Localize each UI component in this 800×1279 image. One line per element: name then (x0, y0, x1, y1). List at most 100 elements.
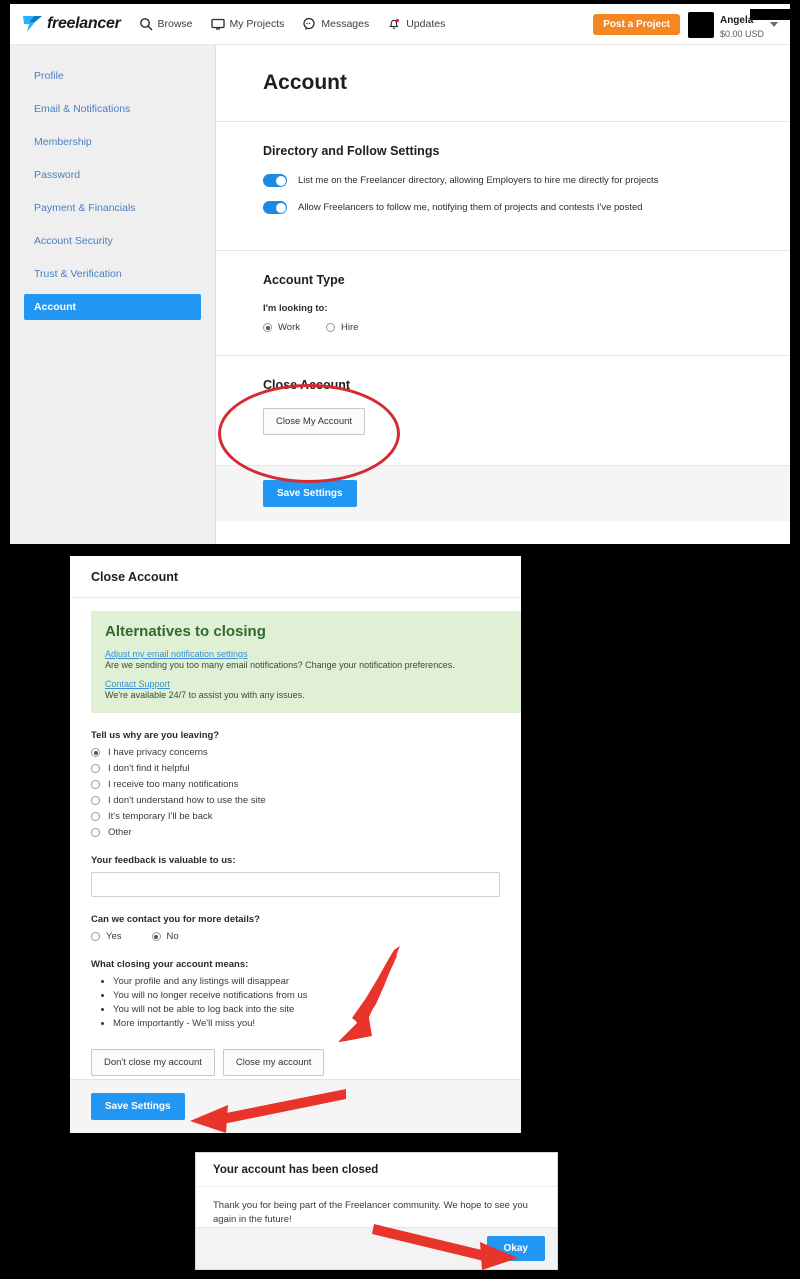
contact-option-yes[interactable]: Yes (91, 931, 122, 942)
reason-label-temporary: It's temporary I'll be back (108, 811, 213, 822)
save-settings-button[interactable]: Save Settings (263, 480, 357, 507)
toggle-knob (275, 202, 286, 213)
avatar (687, 11, 714, 38)
adjust-email-settings-link[interactable]: Adjust my email notification settings (105, 649, 507, 659)
alternatives-box: Alternatives to closing Adjust my email … (91, 611, 521, 713)
follow-me-toggle[interactable] (263, 201, 287, 214)
feedback-input[interactable] (91, 872, 500, 897)
reason-option-privacy[interactable]: I have privacy concerns (91, 747, 500, 758)
radio-contact-no[interactable] (151, 932, 161, 941)
confirm-close-my-account-button[interactable]: Close my account (222, 1049, 325, 1076)
freelancer-logo[interactable]: freelancer (22, 14, 121, 34)
monitor-icon (210, 17, 225, 31)
sidebar-item-profile[interactable]: Profile (10, 63, 215, 89)
confirmation-title: Your account has been closed (213, 1164, 379, 1176)
account-type-option-work[interactable]: Work (263, 322, 300, 333)
settings-sidebar: Profile Email & Notifications Membership… (10, 45, 215, 544)
contact-option-no[interactable]: No (151, 931, 179, 942)
nav-label-updates: Updates (406, 18, 446, 30)
account-type-radio-group: Work Hire (263, 322, 790, 333)
reason-option-too-many-notifications[interactable]: I receive too many notifications (91, 779, 500, 790)
closing-means-list: Your profile and any listings will disap… (91, 976, 500, 1029)
reason-option-not-helpful[interactable]: I don't find it helpful (91, 763, 500, 774)
user-balance: $0.00 USD (719, 28, 764, 39)
nav-label-my-projects: My Projects (229, 18, 285, 30)
list-item: You will no longer receive notifications… (113, 990, 500, 1001)
sidebar-item-trust-verification[interactable]: Trust & Verification (10, 261, 215, 287)
reason-option-other[interactable]: Other (91, 827, 500, 838)
nav-item-browse[interactable]: Browse (139, 17, 193, 31)
radio-temporary[interactable] (91, 812, 100, 821)
list-item: You will not be able to log back into th… (113, 1004, 500, 1015)
account-type-heading: Account Type (263, 273, 345, 287)
radio-hire[interactable] (326, 323, 335, 332)
okay-button[interactable]: Okay (486, 1236, 545, 1261)
top-navigation-bar: freelancer Browse My Projects Messages U… (10, 4, 790, 45)
close-account-modal: Close Account Alternatives to closing Ad… (70, 556, 521, 1133)
page-title: Account (263, 71, 347, 94)
directory-listing-toggle[interactable] (263, 174, 287, 187)
radio-not-helpful[interactable] (91, 764, 100, 773)
close-modal-title: Close Account (91, 570, 179, 584)
redaction-overlay (749, 8, 790, 20)
sidebar-item-password[interactable]: Password (10, 162, 215, 188)
sidebar-item-email-notifications[interactable]: Email & Notifications (10, 96, 215, 122)
reason-option-temporary[interactable]: It's temporary I'll be back (91, 811, 500, 822)
close-account-heading: Close Account (263, 378, 351, 392)
bell-icon (387, 17, 401, 31)
reason-label-privacy: I have privacy concerns (108, 747, 208, 758)
radio-label-work: Work (278, 322, 300, 333)
nav-label-messages: Messages (321, 18, 370, 30)
sidebar-item-account-security[interactable]: Account Security (10, 228, 215, 254)
user-name: Angela (719, 14, 754, 26)
radio-other[interactable] (91, 828, 100, 837)
list-item: More importantly - We'll miss you! (113, 1018, 500, 1029)
radio-privacy-concerns[interactable] (91, 748, 100, 757)
confirmation-header: Your account has been closed (196, 1153, 557, 1187)
radio-work[interactable] (263, 323, 272, 332)
account-type-section: Account Type I'm looking to: Work Hire (216, 251, 790, 356)
contact-support-desc: We're available 24/7 to assist you with … (105, 690, 305, 700)
reason-option-dont-understand[interactable]: I don't understand how to use the site (91, 795, 500, 806)
contact-support-link[interactable]: Contact Support (105, 679, 507, 689)
reason-radio-group: I have privacy concerns I don't find it … (91, 747, 500, 838)
directory-toggle-label-2: Allow Freelancers to follow me, notifyin… (298, 202, 643, 213)
reason-label-too-many-notifications: I receive too many notifications (108, 779, 239, 790)
account-content-card: Account Directory and Follow Settings Li… (215, 45, 790, 544)
adjust-email-settings-desc: Are we sending you too many email notifi… (105, 660, 455, 670)
radio-too-many-notifications[interactable] (91, 780, 100, 789)
radio-contact-yes[interactable] (91, 932, 100, 941)
modal-save-settings-button[interactable]: Save Settings (91, 1093, 185, 1120)
sidebar-item-payment-financials[interactable]: Payment & Financials (10, 195, 215, 221)
dont-close-my-account-button[interactable]: Don't close my account (91, 1049, 215, 1076)
post-a-project-button[interactable]: Post a Project (593, 14, 680, 35)
confirmation-footer: Okay (196, 1227, 557, 1269)
list-item: Your profile and any listings will disap… (113, 976, 500, 987)
feedback-label: Your feedback is valuable to us: (91, 855, 236, 866)
close-modal-body: Alternatives to closing Adjust my email … (70, 598, 521, 1076)
freelancer-bird-icon (22, 14, 44, 34)
nav-item-my-projects[interactable]: My Projects (210, 17, 285, 31)
close-account-section: Close Account Close My Account (216, 356, 790, 466)
sidebar-item-account[interactable]: Account (24, 294, 201, 320)
close-modal-header: Close Account (70, 556, 521, 598)
close-modal-footer: Save Settings (70, 1079, 521, 1133)
chevron-down-icon[interactable] (770, 22, 778, 27)
reason-question-label: Tell us why are you leaving? (91, 730, 220, 741)
user-menu[interactable]: Angela $0.00 USD (687, 8, 790, 40)
radio-dont-understand[interactable] (91, 796, 100, 805)
reason-label-other: Other (108, 827, 132, 838)
nav-right-cluster: Post a Project Angela $0.00 USD (593, 4, 790, 45)
sidebar-item-membership[interactable]: Membership (10, 129, 215, 155)
account-type-option-hire[interactable]: Hire (326, 322, 358, 333)
settings-footer: Save Settings (216, 466, 790, 521)
nav-item-updates[interactable]: Updates (387, 17, 445, 31)
contact-label-yes: Yes (106, 931, 122, 942)
close-my-account-button[interactable]: Close My Account (263, 408, 366, 435)
toggle-knob (275, 175, 286, 186)
nav-item-messages[interactable]: Messages (302, 17, 369, 31)
account-type-prompt: I'm looking to: (263, 303, 328, 314)
closing-means-label: What closing your account means: (91, 959, 249, 970)
contact-radio-group: Yes No (91, 931, 500, 942)
modal-action-buttons: Don't close my account Close my account (91, 1049, 500, 1076)
